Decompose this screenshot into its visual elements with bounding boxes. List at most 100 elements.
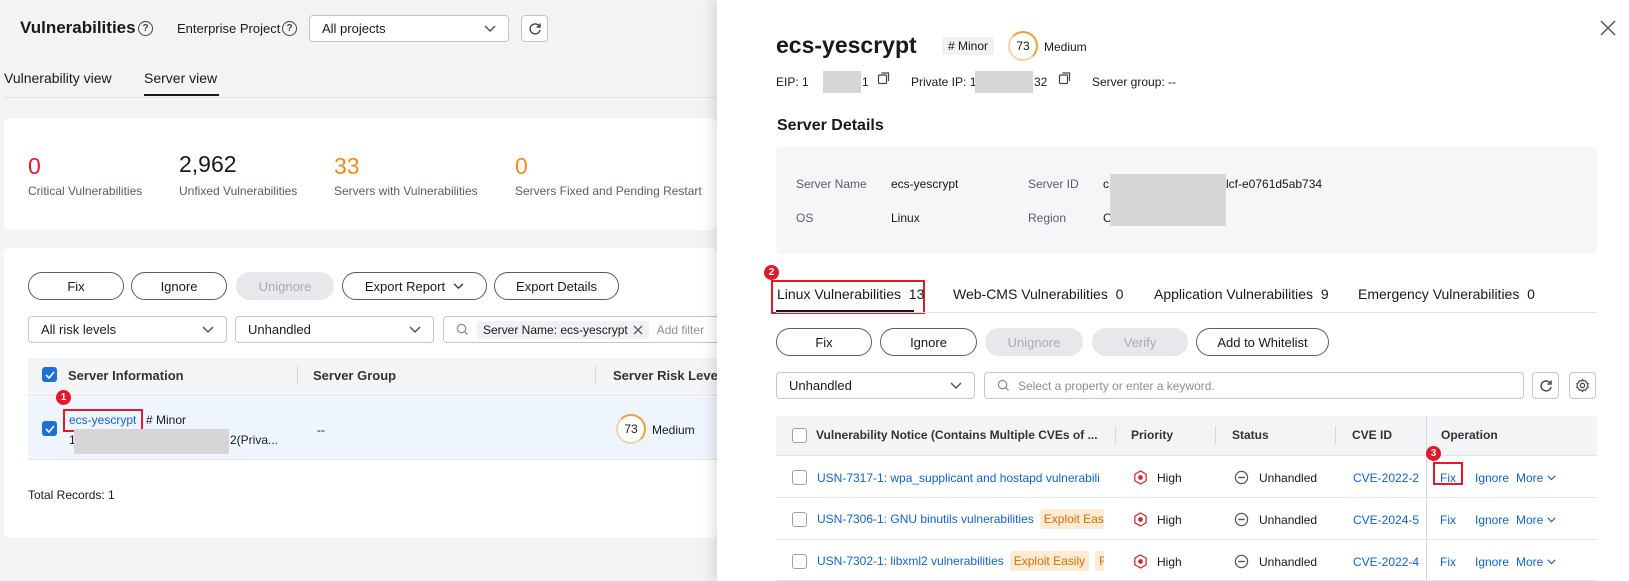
- column-header-operation: Operation: [1441, 428, 1498, 442]
- drawer-status-select[interactable]: Unhandled: [776, 372, 975, 399]
- row-ignore-link[interactable]: Ignore: [1475, 513, 1509, 527]
- row-more-menu[interactable]: More: [1516, 471, 1557, 485]
- copy-eip-button[interactable]: [877, 71, 891, 85]
- row-checkbox[interactable]: [792, 470, 807, 485]
- high-priority-icon: [1133, 554, 1148, 569]
- row-fix-link[interactable]: Fix: [1440, 555, 1456, 569]
- column-divider: [297, 366, 298, 384]
- cve-id-link[interactable]: CVE-2022-4: [1353, 555, 1419, 569]
- tab-web-cms-vulnerabilities[interactable]: Web-CMS Vulnerabilities 0: [953, 286, 1123, 302]
- high-priority-icon: [1133, 512, 1148, 527]
- column-header-notice: Vulnerability Notice (Contains Multiple …: [816, 428, 1098, 442]
- enterprise-project-select[interactable]: All projects: [309, 15, 509, 42]
- drawer-ignore-button[interactable]: Ignore: [880, 328, 977, 356]
- export-report-button[interactable]: Export Report: [342, 272, 487, 300]
- callout-badge-1: 1: [56, 390, 71, 405]
- server-name-link[interactable]: ecs-yescrypt: [69, 413, 136, 427]
- extra-tag: F: [1095, 551, 1104, 571]
- os-value: Linux: [891, 211, 920, 225]
- close-icon[interactable]: [633, 325, 643, 335]
- redacted-server-id-region: [1110, 174, 1226, 226]
- risk-level-value: All risk levels: [41, 322, 117, 337]
- row-checkbox[interactable]: [792, 554, 807, 569]
- os-label: OS: [796, 211, 814, 225]
- cve-id-link[interactable]: CVE-2024-5: [1353, 513, 1419, 527]
- drawer-unignore-button[interactable]: Unignore: [985, 328, 1083, 356]
- row-ignore-link[interactable]: Ignore: [1475, 555, 1509, 569]
- tab-label: Application Vulnerabilities: [1154, 286, 1314, 302]
- copy-private-ip-button[interactable]: [1058, 71, 1072, 85]
- verify-button[interactable]: Verify: [1092, 328, 1188, 356]
- drawer-refresh-button[interactable]: [1532, 372, 1559, 399]
- row-fix-link[interactable]: Fix: [1440, 513, 1456, 527]
- settings-button[interactable]: [1569, 372, 1596, 399]
- eip-suffix: 1: [862, 75, 869, 89]
- status-select[interactable]: Unhandled: [235, 316, 434, 343]
- row-more-menu[interactable]: More: [1516, 555, 1557, 569]
- check-icon: [44, 424, 55, 433]
- filter-search-input[interactable]: Server Name: ecs-yescrypt Add filter: [443, 316, 733, 343]
- cve-id-link[interactable]: CVE-2022-2: [1353, 471, 1419, 485]
- gear-icon: [1576, 378, 1589, 393]
- tab-count: 13: [908, 286, 925, 302]
- server-ip-suffix: 2(Priva...: [230, 433, 279, 447]
- vulnerability-search-input[interactable]: Select a property or enter a keyword.: [984, 372, 1524, 399]
- unhandled-status-icon: [1234, 512, 1249, 527]
- risk-level-select[interactable]: All risk levels: [28, 316, 227, 343]
- vulnerability-notice-link[interactable]: USN-7302-1: libxml2 vulnerabilities: [817, 554, 1004, 568]
- tab-count: 0: [1115, 286, 1124, 302]
- column-header-status: Status: [1232, 428, 1269, 442]
- row-more-menu[interactable]: More: [1516, 513, 1557, 527]
- chevron-down-icon: [484, 24, 496, 32]
- private-ip-label: Private IP: 1: [911, 75, 977, 89]
- tab-vulnerability-view[interactable]: Vulnerability view: [4, 70, 112, 86]
- row-checkbox[interactable]: [42, 421, 57, 436]
- vulnerability-notice-link[interactable]: USN-7317-1: wpa_supplicant and hostapd v…: [817, 471, 1104, 485]
- project-select-value: All projects: [322, 21, 386, 36]
- stat-unfixed-value: 2,962: [179, 151, 237, 177]
- tab-divider: [776, 312, 1597, 313]
- vuln-select-all-checkbox[interactable]: [792, 428, 807, 443]
- drawer-title: ecs-yescrypt: [776, 32, 917, 58]
- export-details-button[interactable]: Export Details: [494, 272, 619, 300]
- priority-value: High: [1157, 555, 1182, 569]
- private-ip-suffix: 32: [1034, 75, 1048, 89]
- filter-chip[interactable]: Server Name: ecs-yescrypt: [477, 320, 649, 339]
- tab-emergency-vulnerabilities[interactable]: Emergency Vulnerabilities 0: [1358, 286, 1535, 302]
- row-checkbox[interactable]: [792, 512, 807, 527]
- add-to-whitelist-button[interactable]: Add to Whitelist: [1196, 328, 1329, 356]
- status-value: Unhandled: [1259, 471, 1318, 485]
- vulnerability-notice-link[interactable]: USN-7306-1: GNU binutils vulnerabilities: [817, 512, 1034, 526]
- unignore-button[interactable]: Unignore: [236, 272, 334, 300]
- redacted-eip: [823, 71, 861, 93]
- column-divider: [1215, 426, 1216, 444]
- tab-server-view[interactable]: Server view: [144, 70, 217, 86]
- select-all-checkbox[interactable]: [42, 367, 57, 382]
- tab-application-vulnerabilities[interactable]: Application Vulnerabilities 9: [1154, 286, 1329, 302]
- server-details-title: Server Details: [777, 117, 884, 134]
- column-header-cve-id: CVE ID: [1352, 428, 1393, 442]
- tab-label: Emergency Vulnerabilities: [1358, 286, 1520, 302]
- exploit-tag: Exploit Easily: [1009, 551, 1090, 571]
- fix-button[interactable]: Fix: [28, 272, 124, 300]
- column-header-server-info: Server Information: [68, 368, 184, 383]
- close-drawer-button[interactable]: [1600, 20, 1616, 36]
- risk-level-value: Medium: [652, 423, 695, 437]
- enterprise-project-label: Enterprise Project: [177, 21, 281, 36]
- row-fix-link[interactable]: Fix: [1440, 471, 1456, 485]
- refresh-icon: [1539, 379, 1552, 392]
- help-icon[interactable]: ?: [282, 21, 297, 36]
- ignore-button[interactable]: Ignore: [131, 272, 227, 300]
- eip-label: EIP: 1: [776, 75, 809, 89]
- chevron-down-icon: [950, 381, 962, 389]
- chevron-down-icon: [202, 325, 214, 333]
- row-ignore-link[interactable]: Ignore: [1475, 471, 1509, 485]
- help-icon[interactable]: ?: [138, 21, 153, 36]
- column-header-risk-level: Server Risk Level: [613, 368, 722, 383]
- copy-icon: [877, 72, 890, 85]
- unhandled-status-icon: [1234, 554, 1249, 569]
- tab-linux-vulnerabilities[interactable]: Linux Vulnerabilities 13: [777, 286, 924, 302]
- drawer-fix-button[interactable]: Fix: [776, 328, 872, 356]
- server-name-label: Server Name: [796, 177, 867, 191]
- refresh-button[interactable]: [521, 15, 548, 42]
